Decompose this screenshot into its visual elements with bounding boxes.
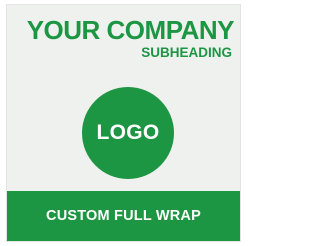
logo-placeholder: LOGO xyxy=(82,87,174,179)
company-name: YOUR COMPANY xyxy=(26,15,235,45)
logo-label: LOGO xyxy=(96,121,160,144)
subheading: SUBHEADING xyxy=(141,45,232,60)
wrap-banner: CUSTOM FULL WRAP xyxy=(7,191,240,241)
product-preview: YOUR COMPANY SUBHEADING LOGO CUSTOM FULL… xyxy=(6,4,241,242)
banner-label: CUSTOM FULL WRAP xyxy=(46,208,201,224)
